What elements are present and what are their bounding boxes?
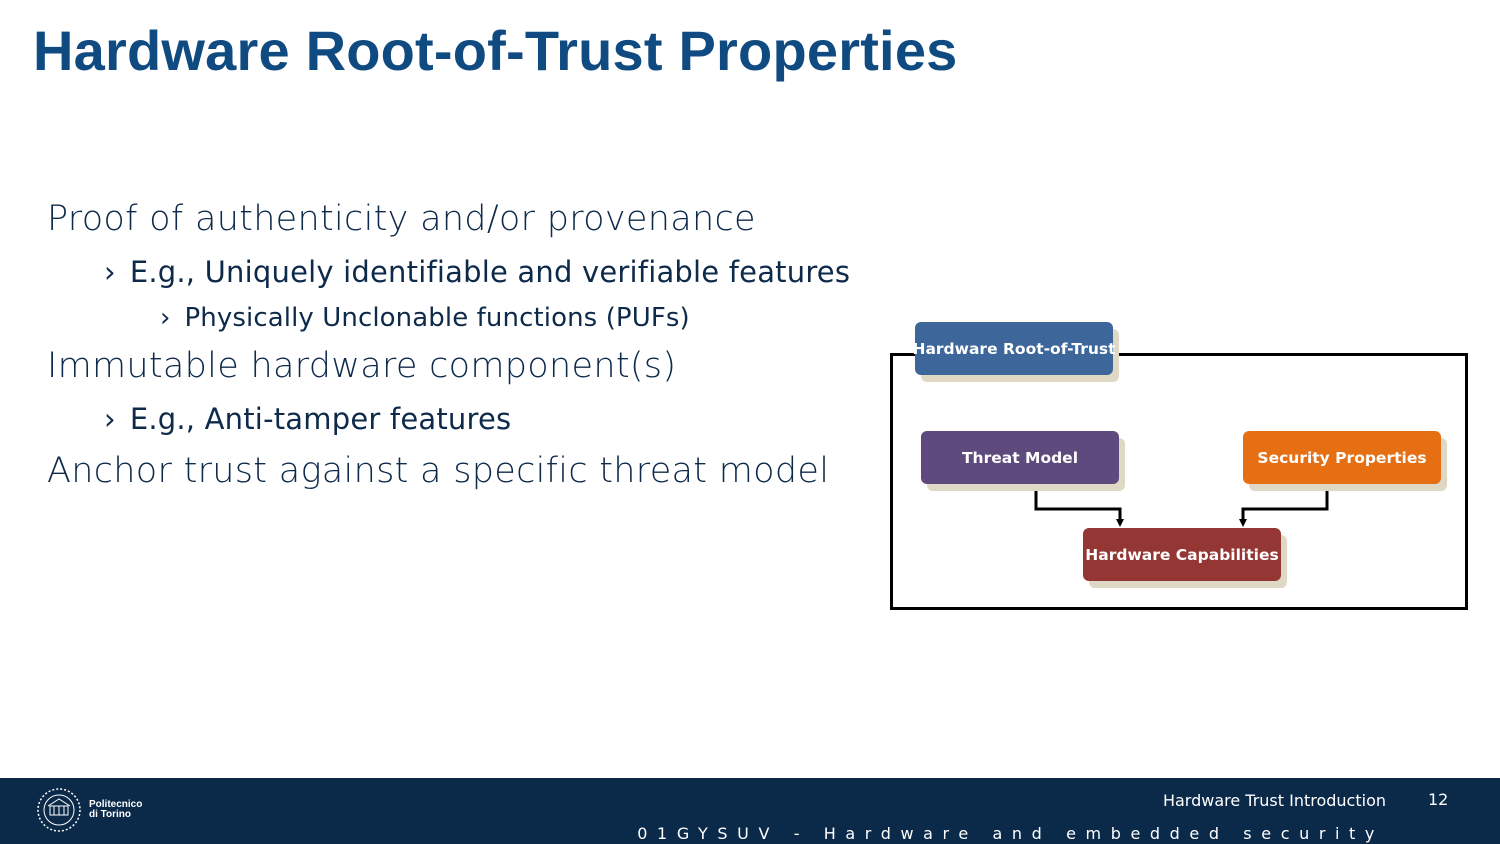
node-hardware-capabilities: Hardware Capabilities [1083, 528, 1287, 588]
university-name: Politecnico di Torino [89, 799, 143, 820]
connector-threat-to-capabilities [1034, 486, 1124, 527]
node-label: Hardware Root-of-Trust [912, 322, 1116, 375]
page-number: 12 [1428, 790, 1449, 809]
diagram-connectors [1034, 486, 1329, 527]
node-threat-model: Threat Model [921, 431, 1125, 491]
node-security-properties: Security Properties [1243, 431, 1447, 491]
node-label: Hardware Capabilities [1083, 528, 1281, 581]
node-label: Threat Model [921, 431, 1119, 484]
presentation-title: Hardware Trust Introduction [1162, 791, 1386, 810]
node-label: Security Properties [1243, 431, 1441, 484]
university-seal-icon [37, 788, 81, 832]
course-title: 01GYSUV - Hardware and embedded security [637, 824, 1384, 843]
node-hardware-root-of-trust: Hardware Root-of-Trust [912, 322, 1119, 382]
connector-security-to-capabilities [1239, 486, 1329, 527]
